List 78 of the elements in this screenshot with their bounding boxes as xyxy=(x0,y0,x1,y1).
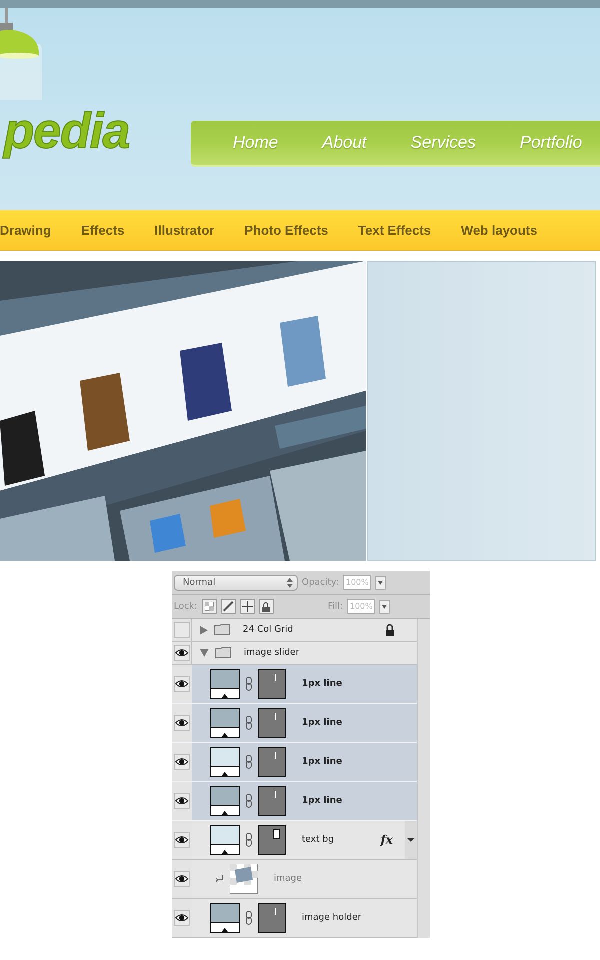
lock-transparency-button[interactable] xyxy=(202,599,217,614)
mask-thumbnail xyxy=(258,747,286,777)
visibility-toggle[interactable] xyxy=(174,754,190,770)
mask-thumbnail xyxy=(258,825,286,855)
layer-name: 1px line xyxy=(302,679,344,689)
mask-thumbnail xyxy=(258,903,286,933)
dropdown-button[interactable] xyxy=(379,600,390,614)
expand-effects-button[interactable] xyxy=(405,821,418,859)
lamp-icon xyxy=(0,8,42,100)
layer-name: image xyxy=(274,874,304,884)
opacity-label: Opacity: xyxy=(302,578,339,588)
eye-icon xyxy=(175,718,189,728)
layer-name: image holder xyxy=(302,913,363,923)
visibility-toggle[interactable] xyxy=(174,871,190,887)
link-icon xyxy=(246,833,252,847)
visibility-toggle[interactable] xyxy=(174,622,190,638)
eye-icon xyxy=(175,874,189,884)
effects-label: fx xyxy=(380,833,394,847)
visibility-toggle[interactable] xyxy=(174,676,190,692)
layer-group-row[interactable]: image slider xyxy=(172,642,418,665)
mask-thumbnail xyxy=(258,669,286,699)
fill-label: Fill: xyxy=(328,602,343,612)
category-link[interactable]: Drawing xyxy=(0,223,52,238)
eye-icon xyxy=(174,648,188,658)
layer-name: 1px line xyxy=(302,796,344,806)
folder-icon xyxy=(215,647,232,659)
visibility-toggle[interactable] xyxy=(174,832,190,848)
folder-icon xyxy=(214,624,231,636)
visibility-toggle[interactable] xyxy=(174,793,190,809)
lock-label: Lock: xyxy=(174,602,198,612)
link-icon xyxy=(246,716,252,730)
visibility-toggle[interactable] xyxy=(174,715,190,731)
visibility-toggle[interactable] xyxy=(174,645,190,661)
eye-icon xyxy=(175,796,189,806)
layer-name: 1px line xyxy=(302,718,344,728)
layer-name: 24 Col Grid xyxy=(243,625,294,635)
layer-group-row[interactable]: 24 Col Grid xyxy=(172,619,418,642)
layer-row[interactable]: text bg fx xyxy=(172,821,418,860)
category-link[interactable]: Illustrator xyxy=(154,223,215,238)
link-icon xyxy=(246,911,252,925)
blend-mode-select[interactable]: Normal xyxy=(174,574,298,590)
layer-name: 1px line xyxy=(302,757,344,767)
category-link[interactable]: Web layouts xyxy=(461,223,538,238)
category-link[interactable]: Photo Effects xyxy=(244,223,328,238)
category-link[interactable]: Text Effects xyxy=(358,223,432,238)
site-logo: pedia xyxy=(2,102,131,160)
move-icon xyxy=(242,601,253,612)
layer-name: text bg xyxy=(302,835,336,845)
dropdown-button[interactable] xyxy=(375,576,386,590)
lock-paint-button[interactable] xyxy=(220,599,236,614)
mask-thumbnail xyxy=(258,786,286,816)
eye-icon xyxy=(175,913,189,923)
category-link[interactable]: Effects xyxy=(81,223,125,238)
eye-icon xyxy=(175,835,189,845)
link-icon xyxy=(246,755,252,769)
eye-icon xyxy=(175,757,189,767)
caret-icon xyxy=(378,580,383,584)
layer-row[interactable]: 1px line xyxy=(172,743,418,782)
brush-icon xyxy=(222,601,234,612)
link-icon xyxy=(246,794,252,808)
layer-row[interactable]: 1px line xyxy=(172,704,418,743)
checker-icon xyxy=(204,602,214,611)
lock-all-button[interactable] xyxy=(258,599,274,614)
caret-icon xyxy=(382,604,387,608)
layer-row[interactable]: 1px line xyxy=(172,665,418,704)
eye-icon xyxy=(175,679,189,689)
scrollbar[interactable] xyxy=(417,619,430,938)
mask-thumbnail xyxy=(258,708,286,738)
lock-icon xyxy=(262,602,270,612)
layer-row[interactable]: 1px line xyxy=(172,782,418,821)
visibility-toggle[interactable] xyxy=(174,910,190,926)
link-icon xyxy=(246,677,252,691)
stepper-icon xyxy=(287,578,293,588)
lock-position-button[interactable] xyxy=(240,599,255,614)
lock-icon xyxy=(385,624,396,636)
disclosure-triangle[interactable] xyxy=(200,626,208,634)
layer-name: image slider xyxy=(244,648,301,658)
disclosure-triangle[interactable] xyxy=(200,649,209,657)
